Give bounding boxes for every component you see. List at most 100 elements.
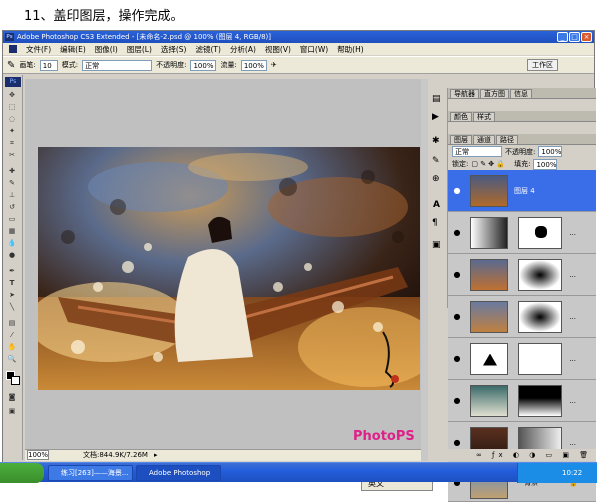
actions-panel-icon[interactable]: ▶ bbox=[432, 112, 439, 122]
tab-layers[interactable]: 图层 bbox=[450, 135, 472, 144]
visibility-eye-icon[interactable]: ● bbox=[452, 312, 462, 322]
zoom-field[interactable]: 100% bbox=[27, 450, 49, 460]
taskbar-task-2[interactable]: Adobe Photoshop CS... bbox=[136, 465, 221, 491]
layers-footer-icons[interactable]: ∞ ƒx ◐ ◑ ▭ ▣ 🗑 bbox=[448, 449, 596, 461]
layer-row-4[interactable]: ● 图层 4 bbox=[448, 170, 596, 212]
visibility-eye-icon[interactable]: ● bbox=[452, 396, 462, 406]
status-arrow-icon[interactable]: ▸ bbox=[154, 450, 158, 461]
magic-wand-icon[interactable]: ✦ bbox=[7, 127, 17, 135]
menu-layer[interactable]: 图层(L) bbox=[127, 44, 152, 55]
gradient-icon[interactable]: ▦ bbox=[7, 227, 17, 235]
opacity-input[interactable]: 100% bbox=[190, 59, 217, 71]
menu-select[interactable]: 选择(S) bbox=[161, 44, 187, 55]
airbrush-icon[interactable]: ✈ bbox=[271, 61, 277, 69]
move-tool-icon[interactable]: ✥ bbox=[7, 91, 17, 99]
brush-size-picker[interactable]: 10 bbox=[39, 59, 58, 71]
slice-tool-icon[interactable]: ✂ bbox=[7, 151, 17, 159]
tool-presets-icon[interactable]: ✱ bbox=[432, 136, 440, 146]
menu-filter[interactable]: 滤镜(T) bbox=[196, 44, 221, 55]
visibility-eye-icon[interactable]: ● bbox=[452, 354, 462, 364]
doc-size: 文档:844.9K/7.26M bbox=[83, 451, 148, 459]
layer-row-levels[interactable]: ● ... bbox=[448, 338, 596, 380]
dodge-icon[interactable]: ● bbox=[7, 251, 17, 259]
hand-tool-icon[interactable]: ✋ bbox=[7, 343, 17, 351]
maximize-button[interactable]: □ bbox=[569, 32, 580, 42]
clone-source-icon[interactable]: ⊕ bbox=[432, 174, 440, 184]
fill-input[interactable]: 100% bbox=[533, 158, 558, 170]
layer-row-radial-2[interactable]: ● ... bbox=[448, 296, 596, 338]
paragraph-panel-icon[interactable]: ¶ bbox=[432, 218, 438, 228]
layer-ellipsis: ... bbox=[569, 396, 576, 405]
menu-file[interactable]: 文件(F) bbox=[26, 44, 51, 55]
menu-help[interactable]: 帮助(H) bbox=[337, 44, 364, 55]
quick-mask-icon[interactable]: ◙ bbox=[7, 393, 17, 401]
start-button[interactable] bbox=[0, 463, 44, 483]
menu-window[interactable]: 窗口(W) bbox=[300, 44, 328, 55]
tab-info[interactable]: 信息 bbox=[510, 89, 532, 98]
crop-tool-icon[interactable]: ⌗ bbox=[7, 139, 17, 147]
layer-comps-icon[interactable]: ▣ bbox=[432, 240, 441, 250]
notes-icon[interactable]: ▤ bbox=[7, 319, 17, 327]
blur-icon[interactable]: 💧 bbox=[7, 239, 17, 247]
tab-styles[interactable]: 样式 bbox=[473, 112, 495, 121]
windows-taskbar: 练习[263]——海景... Adobe Photoshop CS... 10:… bbox=[0, 462, 597, 491]
workspace-button[interactable]: 工作区 bbox=[527, 59, 558, 71]
marquee-tool-icon[interactable]: ⬚ bbox=[7, 103, 17, 111]
eraser-icon[interactable]: ▭ bbox=[7, 215, 17, 223]
visibility-eye-icon[interactable]: ● bbox=[452, 438, 462, 448]
screen-mode-icon[interactable]: ▣ bbox=[7, 407, 17, 415]
layer-thumbnail bbox=[470, 258, 508, 291]
layer-ellipsis: ... bbox=[569, 270, 576, 279]
lasso-tool-icon[interactable]: ◌ bbox=[7, 115, 17, 123]
brush-label: 画笔: bbox=[19, 61, 36, 69]
tab-paths[interactable]: 路径 bbox=[496, 135, 518, 144]
tab-navigator[interactable]: 导航器 bbox=[450, 89, 479, 98]
tab-channels[interactable]: 通道 bbox=[473, 135, 495, 144]
zoom-tool-icon[interactable]: 🔍 bbox=[7, 355, 17, 363]
background-color-swatch[interactable] bbox=[11, 376, 20, 385]
type-tool-icon[interactable]: T bbox=[7, 279, 17, 287]
history-panel-icon[interactable]: ▤ bbox=[432, 94, 441, 104]
flow-input[interactable]: 100% bbox=[240, 59, 267, 71]
photops-watermark: PhotoPS bbox=[353, 429, 415, 444]
menu-bar: 文件(F) 编辑(E) 图像(I) 图层(L) 选择(S) 滤镜(T) 分析(A… bbox=[3, 43, 594, 55]
menu-edit[interactable]: 编辑(E) bbox=[60, 44, 86, 55]
pen-tool-icon[interactable]: ✒ bbox=[7, 267, 17, 275]
layer-name[interactable]: 图层 4 bbox=[514, 186, 535, 196]
artwork-image bbox=[38, 147, 420, 390]
layer-ellipsis: ... bbox=[569, 228, 576, 237]
history-brush-icon[interactable]: ↺ bbox=[7, 203, 17, 211]
brush-tool-icon[interactable]: ✎ bbox=[7, 60, 15, 71]
brushes-panel-icon[interactable]: ✎ bbox=[432, 156, 440, 166]
character-panel-icon[interactable]: A bbox=[433, 200, 440, 210]
brush-tool-icon-box[interactable]: ✎ bbox=[7, 179, 17, 187]
clone-stamp-icon[interactable]: ⊥ bbox=[7, 191, 17, 199]
menu-view[interactable]: 视图(V) bbox=[265, 44, 291, 55]
mode-select[interactable]: 正常 bbox=[82, 59, 153, 71]
tab-histogram[interactable]: 直方图 bbox=[480, 89, 509, 98]
close-button[interactable]: × bbox=[581, 32, 592, 42]
minimize-button[interactable]: _ bbox=[557, 32, 568, 42]
visibility-eye-icon[interactable]: ● bbox=[452, 228, 462, 238]
layer-opacity-input[interactable]: 100% bbox=[538, 146, 563, 157]
layer-mask-thumbnail bbox=[518, 342, 562, 375]
blend-mode-select[interactable]: 正常 bbox=[452, 146, 502, 157]
menu-image[interactable]: 图像(I) bbox=[95, 44, 118, 55]
layer-ellipsis: ... bbox=[569, 312, 576, 321]
layer-mask-thumbnail bbox=[518, 258, 562, 291]
layer-row-radial-1[interactable]: ● ... bbox=[448, 254, 596, 296]
lock-icons[interactable]: ▢ ✎ ✥ 🔒 bbox=[471, 160, 505, 168]
taskbar-task-1[interactable]: 练习[263]——海景... bbox=[48, 465, 133, 481]
healing-brush-icon[interactable]: ✚ bbox=[7, 167, 17, 175]
visibility-eye-icon[interactable]: ● bbox=[452, 186, 462, 196]
menu-analysis[interactable]: 分析(A) bbox=[230, 44, 256, 55]
tab-color[interactable]: 颜色 bbox=[450, 112, 472, 121]
layer-row-adjustment[interactable]: ● ... bbox=[448, 212, 596, 254]
visibility-eye-icon[interactable]: ● bbox=[452, 270, 462, 280]
eyedropper-icon[interactable]: ⁄ bbox=[7, 331, 17, 339]
canvas-scrollbar[interactable] bbox=[421, 79, 428, 461]
shape-tool-icon[interactable]: ╲ bbox=[7, 303, 17, 311]
layer-row-wave[interactable]: ● ... bbox=[448, 380, 596, 422]
layer-thumbnail bbox=[470, 384, 508, 417]
path-select-icon[interactable]: ➤ bbox=[7, 291, 17, 299]
